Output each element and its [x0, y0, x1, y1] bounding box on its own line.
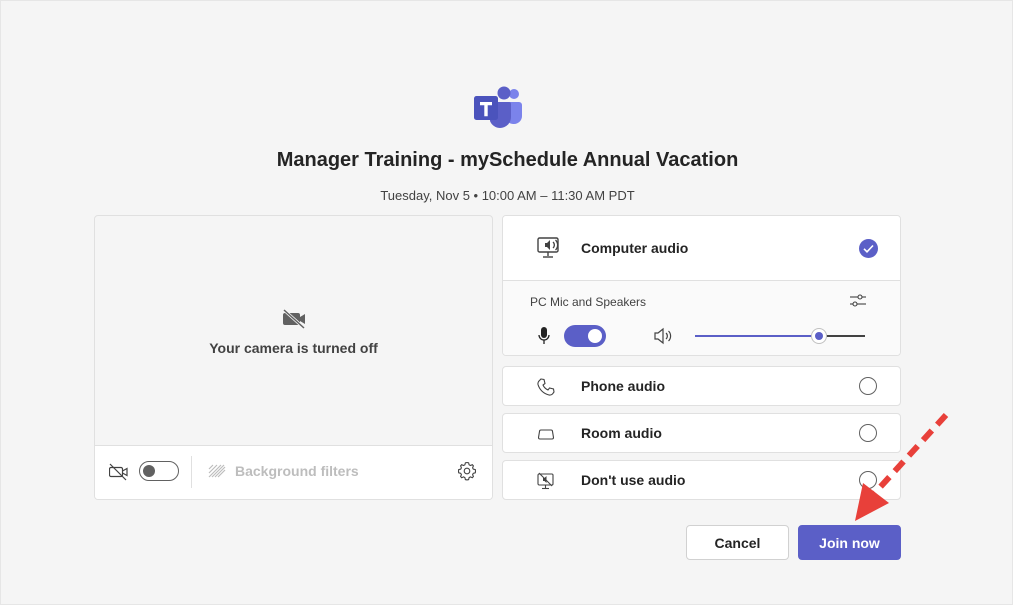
audio-option-room[interactable]: Room audio — [502, 413, 901, 453]
speaker-icon — [654, 327, 672, 345]
camera-off-message: Your camera is turned off — [209, 340, 378, 356]
audio-option-none[interactable]: Don't use audio — [502, 460, 901, 500]
video-preview-panel: Your camera is turned off Background fil… — [94, 215, 493, 500]
camera-off-icon — [282, 309, 306, 329]
background-filters-icon — [208, 464, 226, 478]
join-now-button[interactable]: Join now — [798, 525, 901, 560]
phone-audio-radio[interactable] — [859, 377, 877, 395]
device-label: PC Mic and Speakers — [530, 295, 647, 309]
settings-gear-icon[interactable] — [457, 461, 477, 481]
camera-off-small-icon — [109, 463, 128, 481]
computer-audio-settings: PC Mic and Speakers — [503, 281, 900, 355]
room-audio-label: Room audio — [581, 425, 662, 441]
microphone-icon — [538, 327, 550, 344]
no-audio-icon — [537, 472, 554, 490]
video-controls-bar: Background filters — [95, 445, 492, 499]
volume-fill — [695, 335, 820, 337]
teams-logo-icon — [474, 86, 522, 128]
microphone-toggle[interactable] — [564, 325, 606, 347]
prejoin-screen: Manager Training - mySchedule Annual Vac… — [0, 0, 1013, 605]
audio-option-phone[interactable]: Phone audio — [502, 366, 901, 406]
room-audio-radio[interactable] — [859, 424, 877, 442]
divider — [191, 456, 192, 488]
computer-audio-header[interactable]: Computer audio — [503, 216, 900, 281]
background-filters-label: Background filters — [235, 463, 359, 479]
camera-toggle[interactable] — [139, 461, 179, 481]
no-audio-radio[interactable] — [859, 471, 877, 489]
selected-check-icon — [859, 239, 878, 258]
toggle-knob — [588, 329, 602, 343]
phone-icon — [537, 378, 555, 396]
phone-audio-label: Phone audio — [581, 378, 665, 394]
device-settings-icon[interactable] — [848, 292, 868, 310]
background-filters-button[interactable]: Background filters — [207, 463, 359, 479]
volume-slider[interactable] — [695, 328, 865, 344]
meeting-title: Manager Training - mySchedule Annual Vac… — [276, 149, 739, 171]
no-audio-label: Don't use audio — [581, 472, 686, 488]
toggle-knob — [143, 465, 155, 477]
cancel-button[interactable]: Cancel — [686, 525, 789, 560]
meeting-datetime: Tuesday, Nov 5 • 10:00 AM – 11:30 AM PDT — [380, 188, 635, 203]
audio-option-computer[interactable]: Computer audio PC Mic and Speakers — [502, 215, 901, 356]
volume-thumb[interactable] — [811, 328, 828, 344]
computer-audio-icon — [537, 237, 559, 258]
room-audio-icon — [537, 429, 555, 440]
computer-audio-label: Computer audio — [581, 240, 689, 256]
